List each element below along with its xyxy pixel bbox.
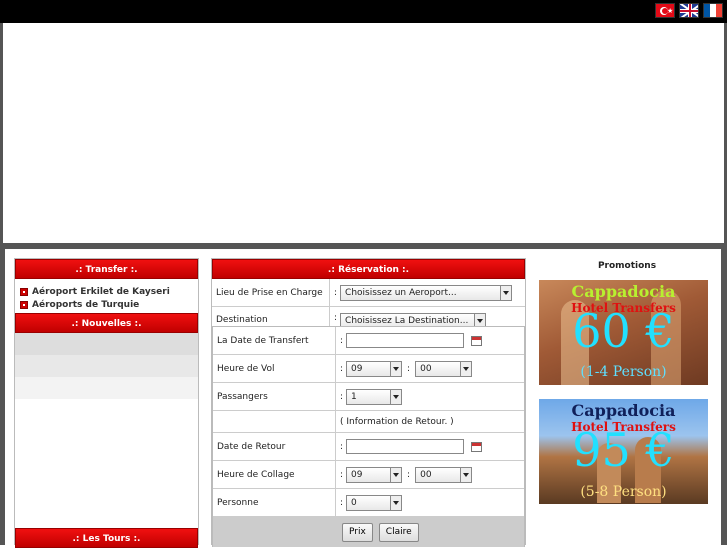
top-bar: ★	[0, 0, 727, 23]
return-date-input[interactable]	[346, 439, 465, 454]
pickup-label: Lieu de Prise en Charge	[212, 279, 330, 306]
flight-minute-select[interactable]: 00	[415, 360, 473, 377]
colon: :	[340, 391, 344, 402]
destination-label: Destination	[212, 307, 330, 326]
transfer-date-label: La Date de Transfert	[213, 327, 336, 354]
news-header: .: Nouvelles :.	[15, 313, 198, 333]
promo-price: 60 €	[572, 304, 675, 358]
promo-title: Cappadocia	[571, 282, 676, 301]
transfer-link-label: Aéroport Erkilet de Kayseri	[32, 286, 170, 297]
uk-flag-icon[interactable]	[679, 3, 699, 18]
return-info: ( Information de Retour. )	[340, 416, 454, 427]
flight-minute-value: 00	[420, 363, 432, 374]
calendar-icon[interactable]	[471, 441, 483, 452]
left-sidebar: .: Transfer :. Aéroport Erkilet de Kayse…	[14, 258, 199, 548]
main-frame: .: Transfer :. Aéroport Erkilet de Kayse…	[0, 246, 727, 548]
promotions-panel: Promotions Cappadocia Hotel Transfers 60…	[537, 256, 717, 545]
colon: :	[334, 287, 338, 298]
pickup-hour-select[interactable]: 09	[346, 466, 403, 483]
promo-banner-2[interactable]: Cappadocia Hotel Transfers 95 € (5-8 Per…	[539, 399, 708, 504]
promo-price: 95 €	[572, 423, 675, 477]
colon: :	[340, 469, 344, 480]
transfer-date-input[interactable]	[346, 333, 465, 348]
chevron-down-icon	[390, 389, 402, 404]
pickup-minute-value: 00	[420, 469, 432, 480]
promotions-title: Promotions	[597, 261, 657, 271]
transfer-header: .: Transfer :.	[15, 259, 198, 279]
destination-select[interactable]: Choisissez La Destination...	[340, 313, 487, 326]
destination-select-value: Choisissez La Destination...	[345, 316, 469, 326]
colon: :	[407, 469, 411, 480]
colon: :	[334, 313, 338, 323]
colon: :	[407, 363, 411, 374]
promo-persons: (1-4 Person)	[580, 364, 667, 380]
bullet-icon	[20, 300, 28, 309]
content-area: .: Transfer :. Aéroport Erkilet de Kayse…	[5, 249, 721, 548]
empty-label	[213, 411, 336, 432]
colon: :	[340, 441, 344, 452]
pickup-time-label: Heure de Collage	[213, 461, 336, 488]
news-row	[15, 333, 198, 355]
chevron-down-icon	[390, 361, 402, 376]
flight-time-label: Heure de Vol	[213, 355, 336, 382]
france-flag-icon[interactable]	[703, 3, 723, 18]
reservation-header: .: Réservation :.	[212, 259, 525, 279]
chevron-down-icon	[500, 285, 512, 300]
flight-hour-value: 09	[351, 363, 363, 374]
persons-label: Personne	[213, 489, 336, 516]
chevron-down-icon	[474, 314, 486, 326]
tours-header: .: Les Tours :.	[15, 528, 198, 548]
turkey-flag-icon[interactable]: ★	[655, 3, 675, 18]
passengers-select[interactable]: 1	[346, 388, 403, 405]
pickup-select-value: Choisissez un Aeroport...	[345, 287, 457, 298]
promo-title: Cappadocia	[571, 401, 676, 420]
pickup-hour-value: 09	[351, 469, 363, 480]
passengers-label: Passangers	[213, 383, 336, 410]
calendar-icon[interactable]	[471, 335, 483, 346]
colon: :	[340, 497, 344, 508]
pickup-minute-select[interactable]: 00	[415, 466, 473, 483]
reservation-form: .: Réservation :. Lieu de Prise en Charg…	[211, 258, 526, 547]
persons-value: 0	[351, 497, 357, 508]
chevron-down-icon	[460, 361, 472, 376]
price-button[interactable]: Prix	[342, 522, 373, 542]
return-date-label: Date de Retour	[213, 433, 336, 460]
empty-label	[213, 517, 336, 547]
chevron-down-icon	[460, 467, 472, 482]
pickup-select[interactable]: Choisissez un Aeroport...	[340, 284, 513, 301]
promo-persons: (5-8 Person)	[580, 484, 667, 500]
header-banner	[0, 23, 727, 246]
flight-hour-select[interactable]: 09	[346, 360, 403, 377]
news-row	[15, 355, 198, 377]
transfer-link-turkey[interactable]: Aéroports de Turquie	[15, 298, 198, 311]
colon: :	[340, 335, 344, 346]
bullet-icon	[20, 287, 28, 296]
promo-banner-1[interactable]: Cappadocia Hotel Transfers 60 € (1-4 Per…	[539, 280, 708, 385]
colon: :	[340, 363, 344, 374]
chevron-down-icon	[390, 467, 402, 482]
transfer-link-kayseri[interactable]: Aéroport Erkilet de Kayseri	[15, 285, 198, 298]
news-row	[15, 377, 198, 399]
chevron-down-icon	[390, 495, 402, 510]
clear-button[interactable]: Claire	[378, 522, 419, 542]
transfer-link-label: Aéroports de Turquie	[32, 299, 140, 310]
passengers-value: 1	[351, 391, 357, 402]
persons-select[interactable]: 0	[346, 494, 403, 511]
